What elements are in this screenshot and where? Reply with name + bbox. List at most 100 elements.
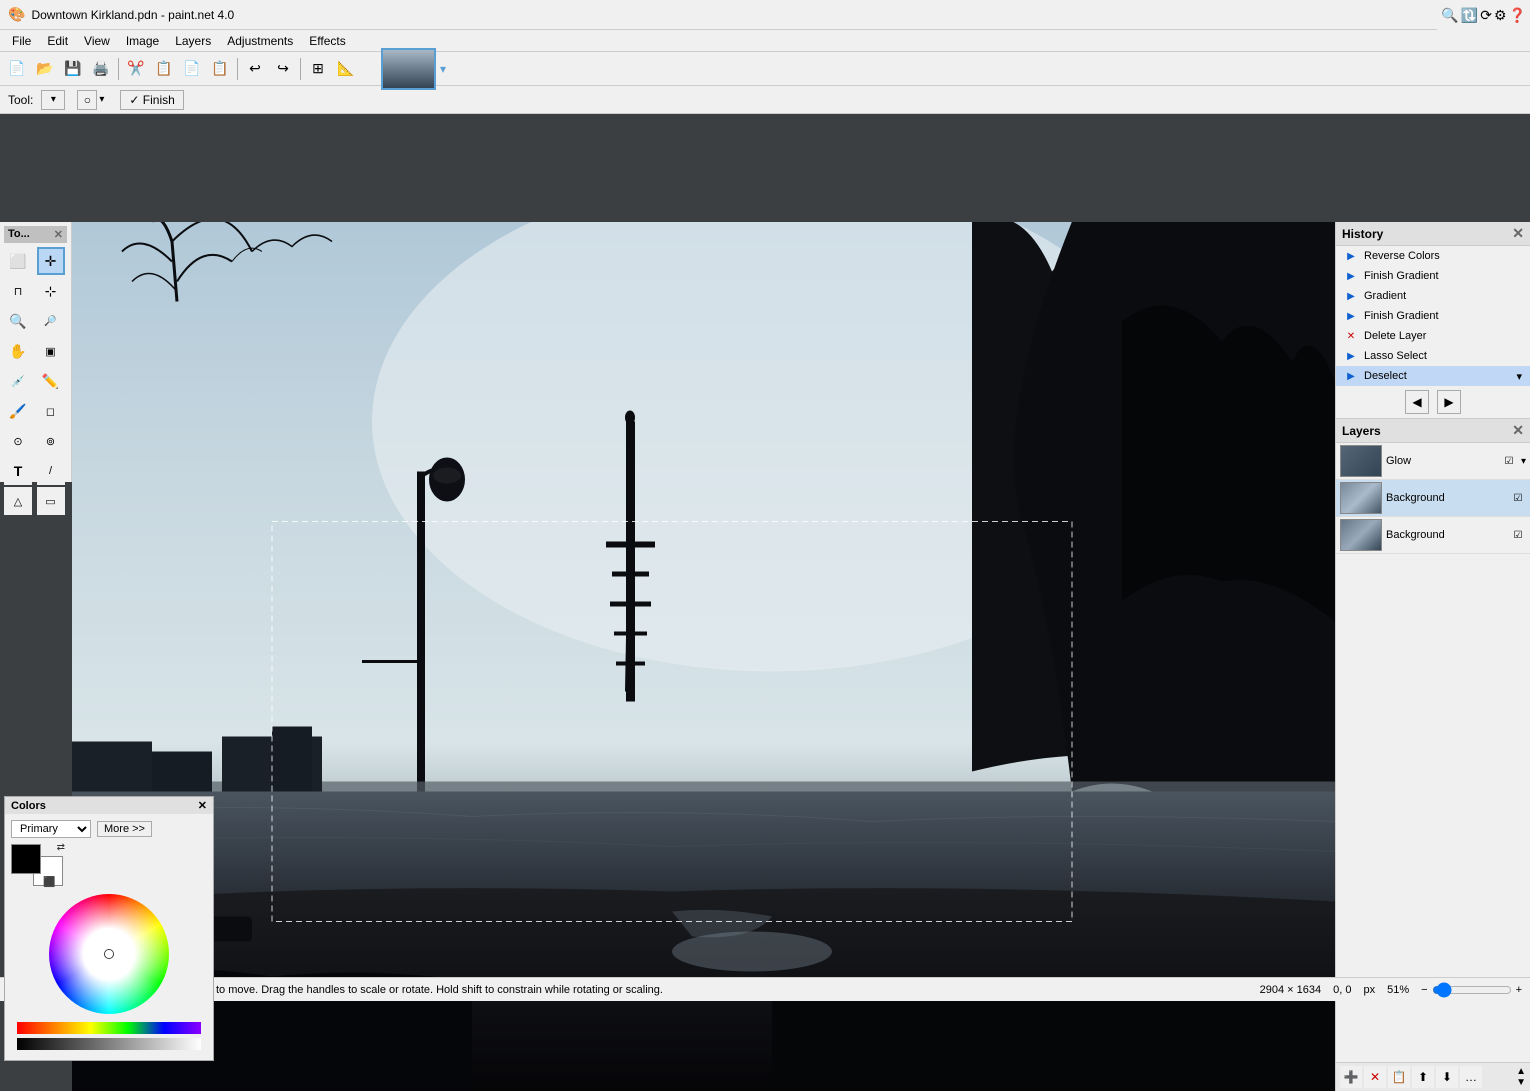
- menu-effects[interactable]: Effects: [301, 32, 353, 50]
- tool-shapes[interactable]: △: [4, 487, 32, 515]
- toolbar-redo[interactable]: ↪: [270, 56, 296, 82]
- history-item-gradient[interactable]: ▶ Gradient: [1336, 286, 1530, 306]
- color-swatches: ⬛ ⇄: [11, 844, 63, 886]
- redo-button[interactable]: ▶: [1437, 390, 1461, 414]
- tool-option-shape[interactable]: ○: [77, 90, 97, 110]
- tool-pencil[interactable]: ✏️: [37, 367, 65, 395]
- history-item-reverse-colors[interactable]: ▶ Reverse Colors: [1336, 246, 1530, 266]
- menu-adjustments[interactable]: Adjustments: [219, 32, 301, 50]
- image-toolbar-icon2[interactable]: 🔃: [1461, 7, 1478, 24]
- toolbar-undo[interactable]: ↩: [242, 56, 268, 82]
- tab-arrow[interactable]: ▾: [440, 62, 446, 76]
- image-toolbar-icon5[interactable]: ❓: [1509, 7, 1526, 24]
- toolbar-copy[interactable]: 📋: [151, 56, 177, 82]
- layer-up-button[interactable]: ⬆: [1412, 1066, 1434, 1088]
- menu-view[interactable]: View: [76, 32, 118, 50]
- rainbow-palette-bar[interactable]: [17, 1022, 201, 1034]
- tool-lasso[interactable]: ⊓: [4, 277, 32, 305]
- image-toolbar-icon4[interactable]: ⚙: [1494, 7, 1507, 24]
- layer-item-background2[interactable]: Background ☑: [1336, 517, 1530, 554]
- tool-gradient[interactable]: ▭: [37, 487, 65, 515]
- history-item-delete-layer[interactable]: ✕ Delete Layer: [1336, 326, 1530, 346]
- toolbar-grid[interactable]: ⊞: [305, 56, 331, 82]
- history-close[interactable]: ✕: [1512, 225, 1524, 242]
- layer-vis-glow[interactable]: ☑: [1501, 453, 1517, 469]
- tool-pan[interactable]: ✋: [4, 337, 32, 365]
- color-swap-icon[interactable]: ⇄: [57, 842, 65, 853]
- toolbar-save[interactable]: 💾: [60, 56, 86, 82]
- toolbar-paste[interactable]: 📄: [179, 56, 205, 82]
- canvas-area[interactable]: [72, 222, 1335, 1091]
- toolbar-print[interactable]: 🖨️: [88, 56, 114, 82]
- layer-name-bg2: Background: [1386, 529, 1506, 541]
- zoom-in-button[interactable]: +: [1516, 984, 1522, 996]
- color-reset-icon[interactable]: ⬛: [43, 877, 55, 888]
- tool-eyedropper[interactable]: 💉: [4, 367, 32, 395]
- tool-line[interactable]: /: [37, 457, 65, 485]
- tool-zoom-in[interactable]: 🔎: [37, 307, 65, 335]
- history-item-lasso[interactable]: ▶ Lasso Select: [1336, 346, 1530, 366]
- colors-panel: Colors ✕ Primary More >> ⬛ ⇄: [4, 796, 214, 1061]
- history-item-finish-gradient2[interactable]: ▶ Finish Gradient: [1336, 306, 1530, 326]
- layer-vis-bg1[interactable]: ☑: [1510, 490, 1526, 506]
- history-item-finish-gradient1[interactable]: ▶ Finish Gradient: [1336, 266, 1530, 286]
- layer-scroll[interactable]: ▲▼: [1516, 1066, 1526, 1088]
- layer-duplicate-button[interactable]: 📋: [1388, 1066, 1410, 1088]
- hist-icon-1: ▶: [1344, 269, 1358, 283]
- toolbar-open[interactable]: 📂: [32, 56, 58, 82]
- layer-down-button[interactable]: ⬇: [1436, 1066, 1458, 1088]
- tool-options-bar: Tool: ▾ ○ ▾ ✓ Finish: [0, 86, 1530, 114]
- app-icon: 🎨: [8, 6, 25, 23]
- layer-delete-button[interactable]: ✕: [1364, 1066, 1386, 1088]
- tool-fill[interactable]: ▣: [37, 337, 65, 365]
- hist-label-5: Lasso Select: [1364, 350, 1427, 362]
- hist-label-1: Finish Gradient: [1364, 270, 1439, 282]
- tool-text[interactable]: T: [4, 457, 32, 485]
- colors-title-text: Colors: [11, 800, 46, 812]
- tool-move[interactable]: ✛: [37, 247, 65, 275]
- grayscale-bar[interactable]: [17, 1038, 201, 1050]
- layer-more-button[interactable]: …: [1460, 1066, 1482, 1088]
- tool-brush[interactable]: 🖌️: [4, 397, 32, 425]
- toolbox-close[interactable]: ✕: [54, 228, 63, 241]
- layer-vis-bg2[interactable]: ☑: [1510, 527, 1526, 543]
- menu-layers[interactable]: Layers: [167, 32, 219, 50]
- undo-button[interactable]: ◀: [1405, 390, 1429, 414]
- color-wheel-cursor: [105, 950, 113, 958]
- more-colors-button[interactable]: More >>: [97, 821, 152, 837]
- layer-item-glow[interactable]: Glow ☑ ▾: [1336, 443, 1530, 480]
- tool-move-selected[interactable]: ⊹: [37, 277, 65, 305]
- tool-selector[interactable]: ▾: [41, 90, 65, 110]
- image-toolbar-icon3[interactable]: ⟳: [1480, 7, 1492, 24]
- color-wheel-wrap[interactable]: [11, 890, 207, 1018]
- tool-eraser[interactable]: ◻: [37, 397, 65, 425]
- tool-rectangle-select[interactable]: ⬜: [4, 247, 32, 275]
- layer-add-button[interactable]: ➕: [1340, 1066, 1362, 1088]
- canvas-tab[interactable]: [381, 48, 436, 90]
- toolbar-copy2[interactable]: 📋: [207, 56, 233, 82]
- menu-image[interactable]: Image: [118, 32, 167, 50]
- hist-icon-5: ▶: [1344, 349, 1358, 363]
- tool-recolor[interactable]: ⊚: [37, 427, 65, 455]
- tool-clone[interactable]: ⊙: [4, 427, 32, 455]
- layer-name-glow: Glow: [1386, 455, 1497, 467]
- image-toolbar-icon1[interactable]: 🔍: [1441, 7, 1458, 24]
- menu-file[interactable]: File: [4, 32, 39, 50]
- toolbar-cut[interactable]: ✂️: [123, 56, 149, 82]
- layer-item-background1[interactable]: Background ☑: [1336, 480, 1530, 517]
- zoom-out-button[interactable]: −: [1421, 984, 1427, 996]
- layers-close[interactable]: ✕: [1512, 422, 1524, 439]
- tool-zoom[interactable]: 🔍: [4, 307, 32, 335]
- toolbox-title-text: To...: [8, 228, 30, 241]
- colors-close[interactable]: ✕: [198, 799, 207, 812]
- color-wheel[interactable]: [49, 894, 169, 1014]
- primary-color-select[interactable]: Primary: [11, 820, 91, 838]
- finish-button[interactable]: ✓ Finish: [120, 90, 183, 110]
- foreground-swatch[interactable]: [11, 844, 41, 874]
- toolbar-new[interactable]: 📄: [4, 56, 30, 82]
- scene-image: [72, 222, 1335, 1091]
- toolbar-ruler[interactable]: 📐: [333, 56, 359, 82]
- history-item-deselect[interactable]: ▶ Deselect ▾: [1336, 366, 1530, 386]
- zoom-slider[interactable]: [1432, 982, 1512, 998]
- menu-edit[interactable]: Edit: [39, 32, 76, 50]
